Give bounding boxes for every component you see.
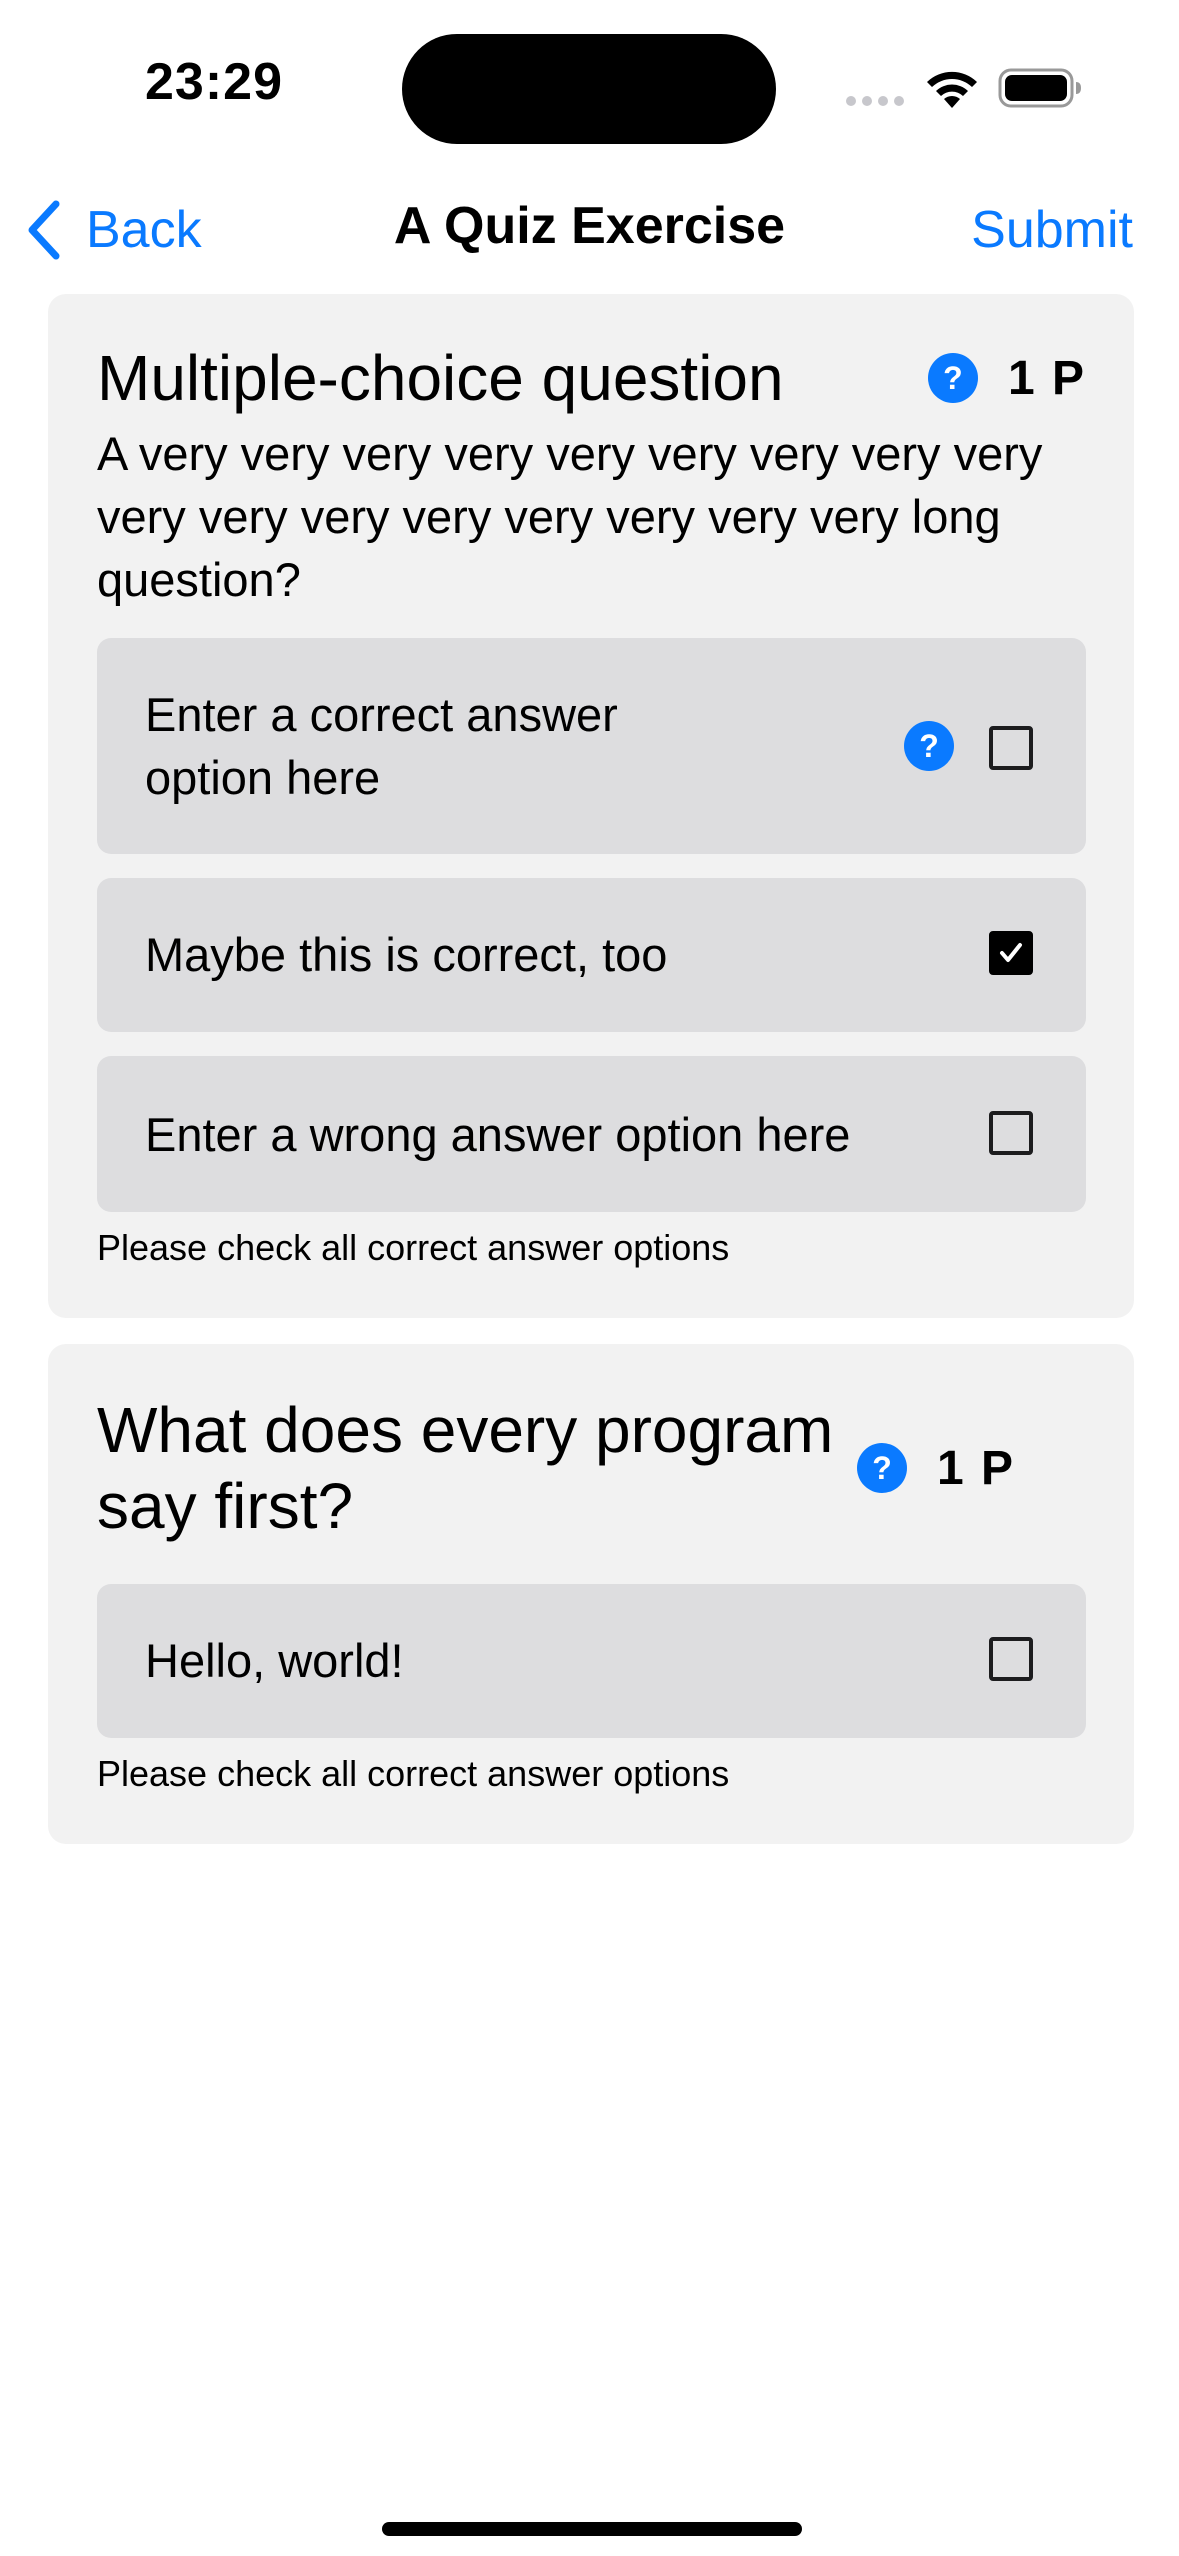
question-title: Multiple-choice question xyxy=(97,342,784,414)
instruction-text: Please check all correct answer options xyxy=(97,1227,730,1268)
answer-option-text: Enter a wrong answer option here xyxy=(145,1108,851,1161)
submit-button[interactable]: Submit xyxy=(971,200,1133,260)
points-label: 1 P xyxy=(1007,351,1086,405)
answer-option[interactable]: Hello, world! xyxy=(97,1584,1086,1738)
dynamic-island xyxy=(402,34,776,144)
home-indicator[interactable] xyxy=(382,2522,802,2536)
answer-option-text: Enter a correct answer option here xyxy=(145,688,618,804)
answer-option[interactable]: Enter a correct answer option here ? xyxy=(97,638,1086,854)
battery-icon xyxy=(998,68,1081,108)
question-header: What does every program say first? ? 1 P xyxy=(97,1392,1086,1544)
answer-checkbox[interactable] xyxy=(989,1637,1033,1681)
wifi-icon xyxy=(927,71,977,108)
back-button[interactable]: Back xyxy=(26,200,202,260)
answer-option[interactable]: Enter a wrong answer option here xyxy=(97,1056,1086,1212)
answer-option[interactable]: Maybe this is correct, too xyxy=(97,878,1086,1032)
answer-checkbox[interactable] xyxy=(989,1111,1033,1155)
answer-checkbox[interactable] xyxy=(989,726,1033,770)
help-icon[interactable]: ? xyxy=(857,1443,907,1493)
cellular-signal-icon xyxy=(846,96,904,106)
navigation-bar: Back A Quiz Exercise Submit xyxy=(0,170,1179,290)
status-bar: 23:29 xyxy=(0,0,1179,170)
question-card: What does every program say first? ? 1 P… xyxy=(48,1344,1134,1844)
points-label: 1 P xyxy=(937,1441,1016,1495)
question-title: What does every program say first? xyxy=(97,1394,834,1542)
answer-checkbox-checked[interactable] xyxy=(989,931,1033,975)
instruction-text: Please check all correct answer options xyxy=(97,1753,730,1794)
answer-option-text: Hello, world! xyxy=(145,1634,404,1687)
answer-option-text: Maybe this is correct, too xyxy=(145,928,668,981)
status-time: 23:29 xyxy=(145,53,283,111)
question-card: Multiple-choice question ? 1 P A very ve… xyxy=(48,294,1134,1318)
chevron-left-icon xyxy=(28,200,60,260)
question-text: A very very very very very very very ver… xyxy=(97,427,1043,606)
checkmark-icon xyxy=(1000,943,1022,962)
back-label: Back xyxy=(86,201,202,259)
question-header: Multiple-choice question ? 1 P xyxy=(97,340,1086,416)
help-icon[interactable]: ? xyxy=(904,721,954,771)
help-icon[interactable]: ? xyxy=(927,353,978,403)
